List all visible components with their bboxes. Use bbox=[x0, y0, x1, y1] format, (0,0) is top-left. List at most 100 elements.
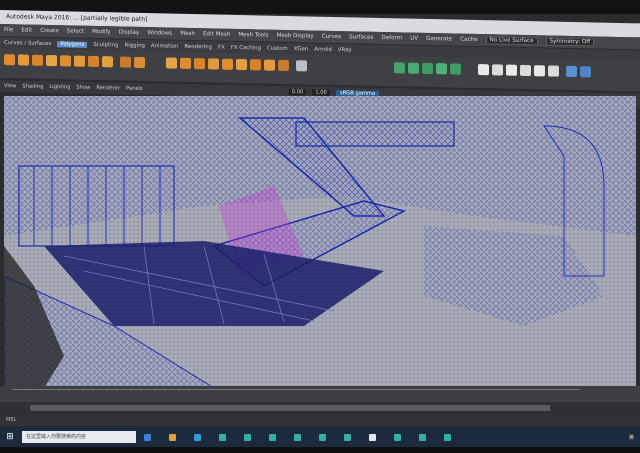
planar-map-icon[interactable] bbox=[408, 62, 419, 74]
spherical-map-icon[interactable] bbox=[436, 63, 447, 75]
panel-menu-lighting[interactable]: Lighting bbox=[49, 84, 70, 90]
multi-cut-icon[interactable] bbox=[236, 58, 247, 71]
bevel-icon[interactable] bbox=[194, 58, 205, 70]
poly-cone-icon[interactable] bbox=[46, 54, 57, 67]
uv-editor-icon[interactable] bbox=[394, 62, 405, 74]
time-slider[interactable] bbox=[0, 386, 640, 402]
taskbar-app[interactable] bbox=[219, 430, 241, 444]
exposure-field[interactable]: 0.00 bbox=[288, 89, 307, 96]
menu-create[interactable]: Create bbox=[40, 28, 59, 34]
menu-mesh[interactable]: Mesh bbox=[180, 31, 195, 37]
extrude-icon[interactable] bbox=[166, 57, 177, 69]
panel-menu-shading[interactable]: Shading bbox=[22, 83, 43, 89]
tab-xgen[interactable]: XGen bbox=[294, 46, 309, 52]
taskbar-app[interactable] bbox=[144, 430, 166, 444]
menu-deform[interactable]: Deform bbox=[381, 35, 402, 41]
render-view-icon[interactable] bbox=[580, 66, 591, 78]
taskbar-app[interactable] bbox=[319, 430, 341, 444]
command-line[interactable]: MEL bbox=[0, 414, 640, 426]
windows-start-icon[interactable]: ⊞ bbox=[0, 427, 20, 447]
taskbar-app[interactable] bbox=[369, 430, 391, 444]
tab-polygons[interactable]: Polygons bbox=[57, 40, 88, 48]
window-title: Autodesk Maya 2016: ... [partially legib… bbox=[6, 13, 148, 24]
menu-cache[interactable]: Cache bbox=[460, 37, 477, 43]
quad-draw-icon[interactable] bbox=[278, 59, 289, 72]
menu-curves[interactable]: Curves bbox=[322, 34, 341, 40]
tab-fx[interactable]: FX bbox=[218, 44, 225, 50]
taskbar-app[interactable] bbox=[394, 430, 416, 444]
menu-generate[interactable]: Generate bbox=[426, 36, 452, 43]
menu-mesh-tools[interactable]: Mesh Tools bbox=[238, 32, 268, 39]
taskbar-app[interactable] bbox=[169, 430, 191, 444]
taskbar-search-input[interactable]: 在这里输入你要搜索的内容 bbox=[22, 431, 136, 443]
tab-curves-surfaces[interactable]: Curves / Surfaces bbox=[4, 40, 51, 47]
tab-custom[interactable]: Custom bbox=[267, 45, 288, 51]
tab-sculpting[interactable]: Sculpting bbox=[93, 41, 118, 48]
mirror-icon[interactable] bbox=[296, 60, 307, 72]
append-icon[interactable] bbox=[208, 58, 219, 70]
taskbar-app[interactable] bbox=[269, 430, 291, 444]
target-weld-icon[interactable] bbox=[250, 59, 261, 71]
timeline-ticks bbox=[12, 389, 580, 398]
connect-icon[interactable] bbox=[264, 59, 275, 71]
taskbar-app[interactable] bbox=[194, 430, 216, 444]
menu-uv[interactable]: UV bbox=[410, 36, 418, 42]
tab-rendering[interactable]: Rendering bbox=[184, 43, 212, 50]
poly-disc-icon[interactable] bbox=[88, 55, 99, 68]
menu-display[interactable]: Display bbox=[119, 29, 140, 35]
shadows-icon[interactable] bbox=[548, 65, 559, 77]
tab-animation[interactable]: Animation bbox=[151, 43, 178, 50]
taskbar-app[interactable] bbox=[244, 430, 266, 444]
poly-torus-icon[interactable] bbox=[60, 55, 71, 67]
monitor-bezel-bottom bbox=[0, 447, 640, 453]
tab-rigging[interactable]: Rigging bbox=[124, 42, 144, 48]
lighting-icon[interactable] bbox=[534, 65, 545, 77]
poly-platonic-icon[interactable] bbox=[102, 56, 113, 68]
system-tray[interactable]: 英 bbox=[629, 434, 640, 441]
panel-menu-renderer[interactable]: Renderer bbox=[96, 85, 120, 91]
panel-menu-show[interactable]: Show bbox=[76, 85, 90, 91]
panel-menu-view[interactable]: View bbox=[4, 83, 16, 89]
menu-surfaces[interactable]: Surfaces bbox=[349, 34, 373, 41]
range-slider-handle[interactable] bbox=[30, 405, 550, 411]
menu-edit-mesh[interactable]: Edit Mesh bbox=[203, 31, 230, 38]
windows-taskbar: ⊞ 在这里输入你要搜索的内容 英 bbox=[0, 427, 640, 447]
taskbar-app[interactable] bbox=[419, 430, 441, 444]
camera-icon[interactable] bbox=[566, 65, 577, 78]
auto-map-icon[interactable] bbox=[450, 63, 461, 75]
separate-icon[interactable] bbox=[134, 56, 145, 69]
gamma-field[interactable]: 1.00 bbox=[312, 89, 330, 96]
range-slider[interactable] bbox=[0, 402, 640, 414]
smooth-shade-icon[interactable] bbox=[506, 64, 517, 76]
monitor-screen: Autodesk Maya 2016: ... [partially legib… bbox=[0, 0, 640, 453]
taskbar-app[interactable] bbox=[294, 430, 316, 444]
upper-balcony bbox=[295, 121, 455, 147]
cylindrical-map-icon[interactable] bbox=[422, 62, 433, 75]
poly-sphere-icon[interactable] bbox=[4, 54, 15, 66]
display-mode-icon[interactable] bbox=[478, 64, 489, 76]
poly-cylinder-icon[interactable] bbox=[32, 54, 43, 66]
menu-file[interactable]: File bbox=[4, 27, 13, 33]
tab-arnold[interactable]: Arnold bbox=[314, 46, 331, 52]
symmetry-field[interactable]: Symmetry: Off bbox=[545, 37, 595, 47]
poly-cube-icon[interactable] bbox=[18, 54, 29, 66]
menu-windows[interactable]: Windows bbox=[147, 30, 172, 37]
live-surface-field[interactable]: No Live Surface bbox=[485, 36, 538, 46]
tab-vray[interactable]: VRay bbox=[338, 47, 352, 53]
combine-icon[interactable] bbox=[120, 56, 131, 68]
taskbar-apps bbox=[144, 430, 466, 444]
panel-menu-panels[interactable]: Panels bbox=[126, 86, 143, 92]
poly-plane-icon[interactable] bbox=[74, 55, 85, 67]
taskbar-app[interactable] bbox=[444, 430, 466, 444]
tab-fx-caching[interactable]: FX Caching bbox=[231, 44, 261, 51]
menu-edit[interactable]: Edit bbox=[21, 27, 32, 33]
menu-mesh-display[interactable]: Mesh Display bbox=[277, 33, 314, 40]
fill-hole-icon[interactable] bbox=[222, 58, 233, 70]
textured-icon[interactable] bbox=[520, 64, 531, 77]
3d-viewport[interactable] bbox=[4, 96, 636, 388]
taskbar-app[interactable] bbox=[344, 430, 366, 444]
menu-modify[interactable]: Modify bbox=[92, 29, 111, 35]
wireframe-icon[interactable] bbox=[492, 64, 503, 76]
bridge-icon[interactable] bbox=[180, 57, 191, 70]
menu-select[interactable]: Select bbox=[67, 28, 84, 34]
